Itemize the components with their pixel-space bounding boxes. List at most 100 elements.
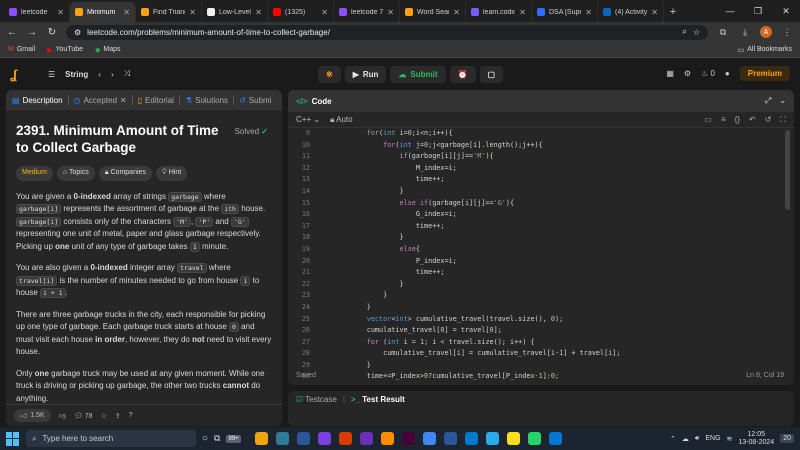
code-line[interactable]: 12 M_index=i;	[288, 163, 794, 175]
help-button[interactable]: ?	[129, 412, 133, 419]
browser-tab[interactable]: (4) Activity ✕	[598, 2, 664, 22]
taskbar-app-icon[interactable]	[527, 432, 541, 445]
code-line[interactable]: 14 }	[288, 186, 794, 198]
forward-icon[interactable]: →	[26, 27, 38, 38]
reset-icon[interactable]: ↺	[765, 115, 772, 125]
maximize-icon[interactable]: ⤢	[765, 96, 771, 106]
prev-problem-icon[interactable]: ‹	[98, 70, 101, 79]
close-tab-icon[interactable]: ✕	[321, 8, 328, 17]
taskbar-app-icon[interactable]	[338, 432, 352, 445]
bookmark-star-icon[interactable]: ☆	[693, 28, 700, 37]
favorite-button[interactable]: ☆	[100, 412, 106, 420]
close-tab-icon[interactable]: ✕	[255, 8, 262, 17]
tab-testcase[interactable]: ☑ Testcase	[296, 395, 337, 404]
code-line[interactable]: 13 time++;	[288, 174, 794, 186]
reload-icon[interactable]: ↻	[46, 27, 58, 38]
new-tab-button[interactable]: +	[664, 2, 682, 22]
dislike-button[interactable]: 👎︎	[59, 411, 66, 420]
profile-avatar[interactable]: A	[760, 26, 772, 38]
streak-counter[interactable]: ♨ 0	[701, 69, 715, 78]
wifi-icon[interactable]: ≋	[727, 435, 733, 443]
cortana-icon[interactable]: ○	[202, 433, 208, 444]
site-info-icon[interactable]: ⚙	[74, 28, 81, 37]
problem-list-label[interactable]: String	[65, 70, 88, 79]
volume-icon[interactable]: 🔊︎	[695, 435, 699, 443]
tab-submissions[interactable]: ↺ Submi	[239, 96, 271, 105]
debug-button[interactable]: ✲	[318, 66, 341, 83]
weather-badge[interactable]: 99+	[226, 434, 241, 443]
problem-title[interactable]: 2391. Minimum Amount of Time to Collect …	[16, 122, 226, 156]
format-icon[interactable]: ≡	[721, 115, 726, 125]
close-tab-icon[interactable]: ✕	[189, 8, 196, 17]
tab-description[interactable]: ▤ Description	[12, 96, 63, 105]
minimize-button[interactable]: —	[716, 0, 744, 22]
submit-button[interactable]: ☁ Submit	[390, 66, 446, 83]
code-line[interactable]: 19 else{	[288, 244, 794, 256]
tab-test-result[interactable]: >_ Test Result	[351, 395, 405, 404]
code-line[interactable]: 30 time+=P_index>0?cumulative_travel[P_i…	[288, 371, 794, 383]
close-tab-icon[interactable]: ✕	[519, 8, 526, 17]
back-icon[interactable]: ←	[6, 27, 18, 38]
bookmark-youtube[interactable]: ▶ YouTube	[47, 46, 83, 54]
code-editor[interactable]: 9 for(int i=0;i<n;i++){10 for(int j=0;j<…	[288, 128, 794, 380]
taskbar-app-icon[interactable]	[401, 432, 415, 445]
taskbar-app-icon[interactable]	[485, 432, 499, 445]
braces-icon[interactable]: {}	[735, 115, 740, 125]
close-window-button[interactable]: ✕	[772, 0, 800, 22]
taskbar-app-icon[interactable]	[275, 432, 289, 445]
code-line[interactable]: 24 }	[288, 302, 794, 314]
code-line[interactable]: 29 }	[288, 360, 794, 372]
browser-tab[interactable]: leetcode ✕	[4, 2, 70, 22]
leetcode-logo-icon[interactable]: ʆ	[10, 67, 24, 82]
close-tab-icon[interactable]: ✕	[123, 8, 130, 17]
run-button[interactable]: ▶ Run	[344, 66, 387, 83]
taskbar-search[interactable]: ⌕ Type here to search	[26, 430, 196, 447]
taskbar-app-icon[interactable]	[464, 432, 478, 445]
problem-list-icon[interactable]: ☰	[48, 70, 55, 79]
windows-start-icon[interactable]	[6, 431, 20, 446]
code-line[interactable]: 25 vector<int> cumulative_travel(travel.…	[288, 314, 794, 326]
extensions-icon[interactable]: ⧉	[716, 27, 730, 38]
taskbar-app-icon[interactable]	[359, 432, 373, 445]
undo-icon[interactable]: ↶	[749, 115, 756, 125]
companies-chip[interactable]: 🔒︎ Companies	[98, 166, 152, 181]
browser-tab[interactable]: Low-Level ✕	[202, 2, 268, 22]
code-line[interactable]: 11 if(garbage[i][j]=='M'){	[288, 151, 794, 163]
tab-accepted[interactable]: ◷ Accepted ✕	[74, 96, 127, 105]
browser-tab[interactable]: DSA [Supe ✕	[532, 2, 598, 22]
like-button[interactable]: 👍︎ 1.5K	[14, 409, 51, 422]
browser-tab[interactable]: Minimum ✕	[70, 2, 136, 22]
close-tab-icon[interactable]: ✕	[651, 8, 658, 17]
browser-tab[interactable]: Word Sear ✕	[400, 2, 466, 22]
next-problem-icon[interactable]: ›	[111, 70, 114, 79]
code-line[interactable]: 17 time++;	[288, 221, 794, 233]
tab-editorial[interactable]: ▯ Editorial	[138, 96, 174, 105]
shuffle-icon[interactable]: ⤨	[124, 69, 130, 79]
autocomplete-toggle[interactable]: 🔒︎ Auto	[330, 115, 353, 125]
timer-button[interactable]: ⏰	[449, 66, 476, 83]
taskbar-app-icon[interactable]	[380, 432, 394, 445]
code-line[interactable]: 26 cumulative_travel[0] = travel[0];	[288, 325, 794, 337]
close-tab-icon[interactable]: ✕	[57, 8, 64, 17]
notes-button[interactable]: ▢	[479, 66, 504, 83]
maximize-button[interactable]: ❐	[744, 0, 772, 22]
notification-count[interactable]: 20	[780, 434, 794, 443]
browser-tab[interactable]: leam.codin ✕	[466, 2, 532, 22]
downloads-icon[interactable]: ⤓	[738, 27, 752, 38]
topics-chip[interactable]: ⌂ Topics	[56, 166, 95, 181]
tab-solutions[interactable]: ⚗ Solutions	[185, 96, 228, 105]
code-line[interactable]: 10 for(int j=0;j<garbage[i].length();j++…	[288, 140, 794, 152]
collapse-icon[interactable]: ⌄	[779, 96, 786, 106]
close-tab-icon[interactable]: ✕	[585, 8, 592, 17]
task-view-icon[interactable]: ⧉	[214, 433, 220, 444]
code-line[interactable]: 18 }	[288, 232, 794, 244]
code-line[interactable]: 20 P_index=i;	[288, 256, 794, 268]
browser-tab[interactable]: (1325) ✕	[268, 2, 334, 22]
comments-button[interactable]: 💬︎ 78	[74, 412, 93, 420]
taskbar-app-icon[interactable]	[548, 432, 562, 445]
bookmark-icon[interactable]: ▭	[704, 115, 712, 125]
taskbar-app-icon[interactable]	[506, 432, 520, 445]
close-tab-icon[interactable]: ✕	[387, 8, 394, 17]
menu-icon[interactable]: ⋮	[780, 27, 794, 38]
browser-tab[interactable]: leetcode 7 ✕	[334, 2, 400, 22]
